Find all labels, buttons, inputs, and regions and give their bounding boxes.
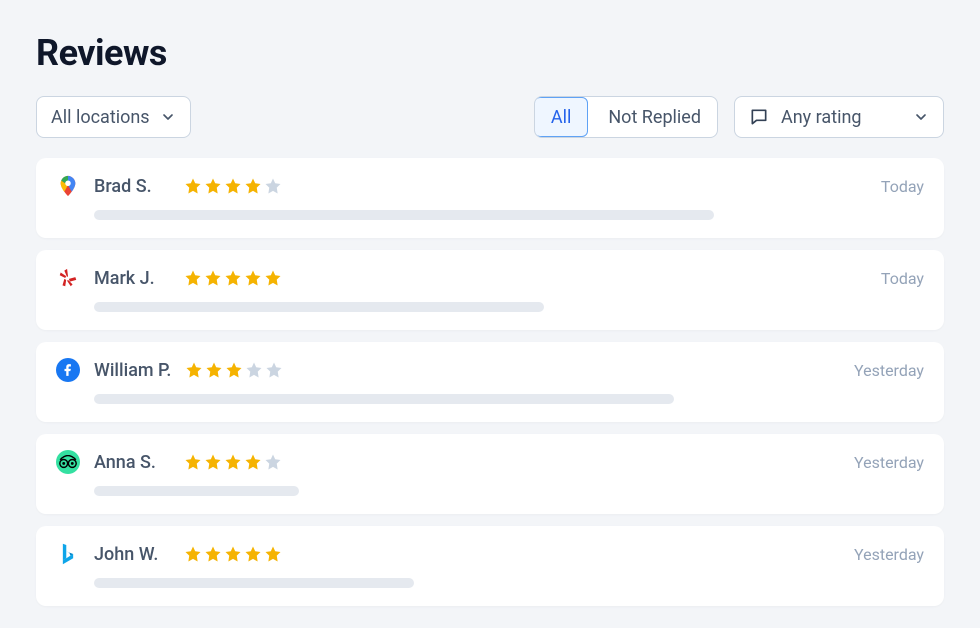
review-time: Yesterday [854,545,924,564]
star-icon [264,177,282,195]
review-card[interactable]: John W. Yesterday [36,526,944,606]
facebook-icon [56,358,80,382]
reviewer-name: Mark J. [94,268,170,289]
star-icon [245,361,263,379]
chat-bubble-icon [749,107,769,127]
star-icon [265,361,283,379]
review-content-placeholder [94,210,714,220]
chevron-down-icon [160,109,176,125]
star-icon [244,545,262,563]
star-icon [244,453,262,471]
star-icon [264,269,282,287]
google-icon [56,174,80,198]
review-time: Yesterday [854,361,924,380]
review-content-placeholder [94,302,544,312]
rating-dropdown[interactable]: Any rating [734,96,944,138]
tripadvisor-icon [56,450,80,474]
review-card[interactable]: Mark J. Today [36,250,944,330]
chevron-down-icon [913,109,929,125]
rating-stars [184,545,282,563]
review-card[interactable]: Brad S. Today [36,158,944,238]
star-icon [184,453,202,471]
star-icon [264,545,282,563]
star-icon [205,361,223,379]
location-dropdown-label: All locations [51,107,150,128]
rating-stars [185,361,283,379]
star-icon [224,453,242,471]
rating-stars [184,177,282,195]
filter-toolbar: All locations All Not Replied Any rating [36,96,944,138]
segment-all[interactable]: All [534,97,589,137]
reviewer-name: Brad S. [94,176,170,197]
review-card[interactable]: William P. Yesterday [36,342,944,422]
review-time: Today [881,269,924,288]
reviewer-name: William P. [94,360,171,381]
reviewer-name: John W. [94,544,170,565]
star-icon [224,269,242,287]
rating-stars [184,269,282,287]
star-icon [204,177,222,195]
reviewer-name: Anna S. [94,452,170,473]
review-content-placeholder [94,486,299,496]
star-icon [185,361,203,379]
bing-icon [56,542,80,566]
star-icon [224,545,242,563]
page-title: Reviews [36,32,944,74]
location-dropdown[interactable]: All locations [36,96,191,138]
star-icon [244,177,262,195]
review-time: Yesterday [854,453,924,472]
reply-filter-segment: All Not Replied [534,96,718,138]
star-icon [225,361,243,379]
star-icon [244,269,262,287]
review-list: Brad S. Today Mark J. Today William P. Y… [36,158,944,606]
star-icon [184,545,202,563]
review-content-placeholder [94,578,414,588]
review-time: Today [881,177,924,196]
review-content-placeholder [94,394,674,404]
star-icon [204,453,222,471]
rating-dropdown-label: Any rating [781,107,901,128]
yelp-icon [56,266,80,290]
segment-not-replied[interactable]: Not Replied [592,97,717,137]
rating-stars [184,453,282,471]
star-icon [184,177,202,195]
star-icon [204,269,222,287]
star-icon [184,269,202,287]
star-icon [264,453,282,471]
star-icon [224,177,242,195]
star-icon [204,545,222,563]
review-card[interactable]: Anna S. Yesterday [36,434,944,514]
